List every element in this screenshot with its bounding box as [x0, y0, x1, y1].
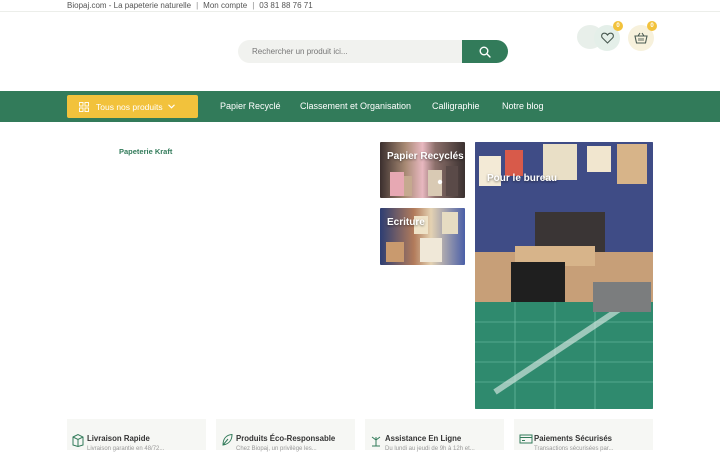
card-icon [519, 434, 533, 444]
features-strip: Livraison Rapide Livraison garantie en 4… [0, 419, 720, 452]
basket-icon [634, 32, 648, 44]
cart-button[interactable]: 0 [628, 21, 657, 51]
category-tile-pour-le-bureau[interactable]: Pour le bureau [475, 142, 653, 409]
nav-link-blog[interactable]: Notre blog [502, 101, 544, 111]
account-link[interactable]: Mon compte [203, 1, 247, 10]
search-input[interactable] [238, 40, 464, 63]
tile-title: Pour le bureau [487, 173, 558, 184]
all-products-label: Tous nos produits [96, 101, 163, 112]
plant-icon [371, 436, 381, 447]
box-icon [72, 433, 84, 447]
feature-eco: Produits Éco-Responsable Chez Biopaj, un… [216, 419, 355, 452]
search-icon [479, 46, 491, 58]
feature-livraison: Livraison Rapide Livraison garantie en 4… [67, 419, 206, 452]
feature-paiements: Paiements Sécurisés Transactions sécuris… [514, 419, 653, 452]
phone-number: 03 81 88 76 71 [259, 1, 313, 10]
search-bar [238, 40, 508, 63]
site-tagline: Biopaj.com - La papeterie naturelle [67, 1, 192, 10]
feature-title: Paiements Sécurisés [534, 434, 613, 443]
leaf-icon [222, 433, 233, 446]
nav-link-papier-recycle[interactable]: Papier Recyclé [220, 101, 281, 111]
category-tile-papier-recycles[interactable]: Papier Recyclés [380, 142, 465, 198]
feature-title: Assistance En Ligne [385, 434, 462, 443]
tile-title: Papier Recyclés [387, 151, 464, 162]
grid-icon [79, 101, 89, 112]
feature-subtitle: Transactions sécurisées par... [534, 446, 614, 452]
tile-title: Ecriture [387, 217, 425, 228]
wishlist-count-badge: 0 [613, 21, 623, 31]
feature-subtitle: Livraison garantie en 48/72... [87, 446, 165, 452]
nav-link-calligraphie[interactable]: Calligraphie [432, 101, 480, 111]
feature-assistance: Assistance En Ligne Du lundi au jeudi de… [365, 419, 504, 452]
nav-link-classement[interactable]: Classement et Organisation [300, 101, 411, 111]
chevron-down-icon [167, 104, 175, 109]
cart-count-badge: 0 [647, 21, 657, 31]
search-button[interactable] [462, 40, 508, 63]
wishlist-button[interactable]: 0 [594, 21, 623, 51]
heart-icon [600, 32, 614, 44]
feature-subtitle: Chez Biopaj, un privilège les... [236, 446, 317, 452]
all-products-button[interactable]: Tous nos produits [67, 95, 198, 118]
top-bar: Biopaj.com - La papeterie naturelle | Mon … [0, 0, 720, 12]
category-item-kraft[interactable]: Papeterie Kraft [119, 147, 172, 156]
category-tile-ecriture[interactable]: Ecriture [380, 208, 465, 265]
feature-subtitle: Du lundi au jeudi de 9h à 12h et... [385, 446, 475, 452]
main-nav: Tous nos produits Papier Recyclé Classem… [0, 91, 720, 122]
feature-title: Livraison Rapide [87, 434, 150, 443]
feature-title: Produits Éco-Responsable [236, 434, 336, 443]
